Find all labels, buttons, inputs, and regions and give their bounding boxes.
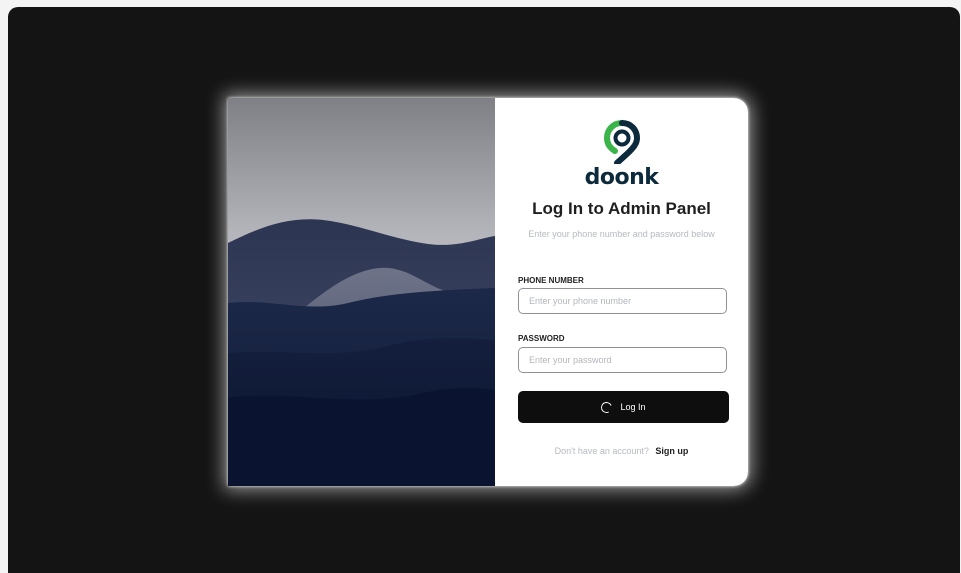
brand-logo: doonk: [495, 120, 748, 189]
app-window: doonk Log In to Admin Panel Enter your p…: [8, 7, 960, 573]
signup-link[interactable]: Sign up: [655, 446, 688, 456]
login-card: doonk Log In to Admin Panel Enter your p…: [228, 98, 748, 486]
login-button-label: Log In: [620, 402, 646, 412]
brand-wordmark: doonk: [584, 165, 659, 190]
page-subtitle: Enter your phone number and password bel…: [528, 229, 715, 239]
login-button[interactable]: Log In: [518, 391, 729, 423]
login-panel: doonk Log In to Admin Panel Enter your p…: [495, 98, 748, 486]
phone-number-label: PHONE NUMBER: [518, 276, 584, 285]
mountain-illustration: [228, 98, 495, 486]
password-label: PASSWORD: [518, 334, 565, 343]
location-pin-icon: [603, 120, 640, 164]
spinner-icon: [599, 399, 615, 415]
signup-prompt: Don't have an account?: [554, 446, 649, 456]
phone-number-input[interactable]: [518, 288, 727, 314]
page-title: Log In to Admin Panel: [532, 199, 711, 218]
signup-row: Don't have an account? Sign up: [495, 446, 748, 456]
password-input[interactable]: [518, 347, 727, 373]
